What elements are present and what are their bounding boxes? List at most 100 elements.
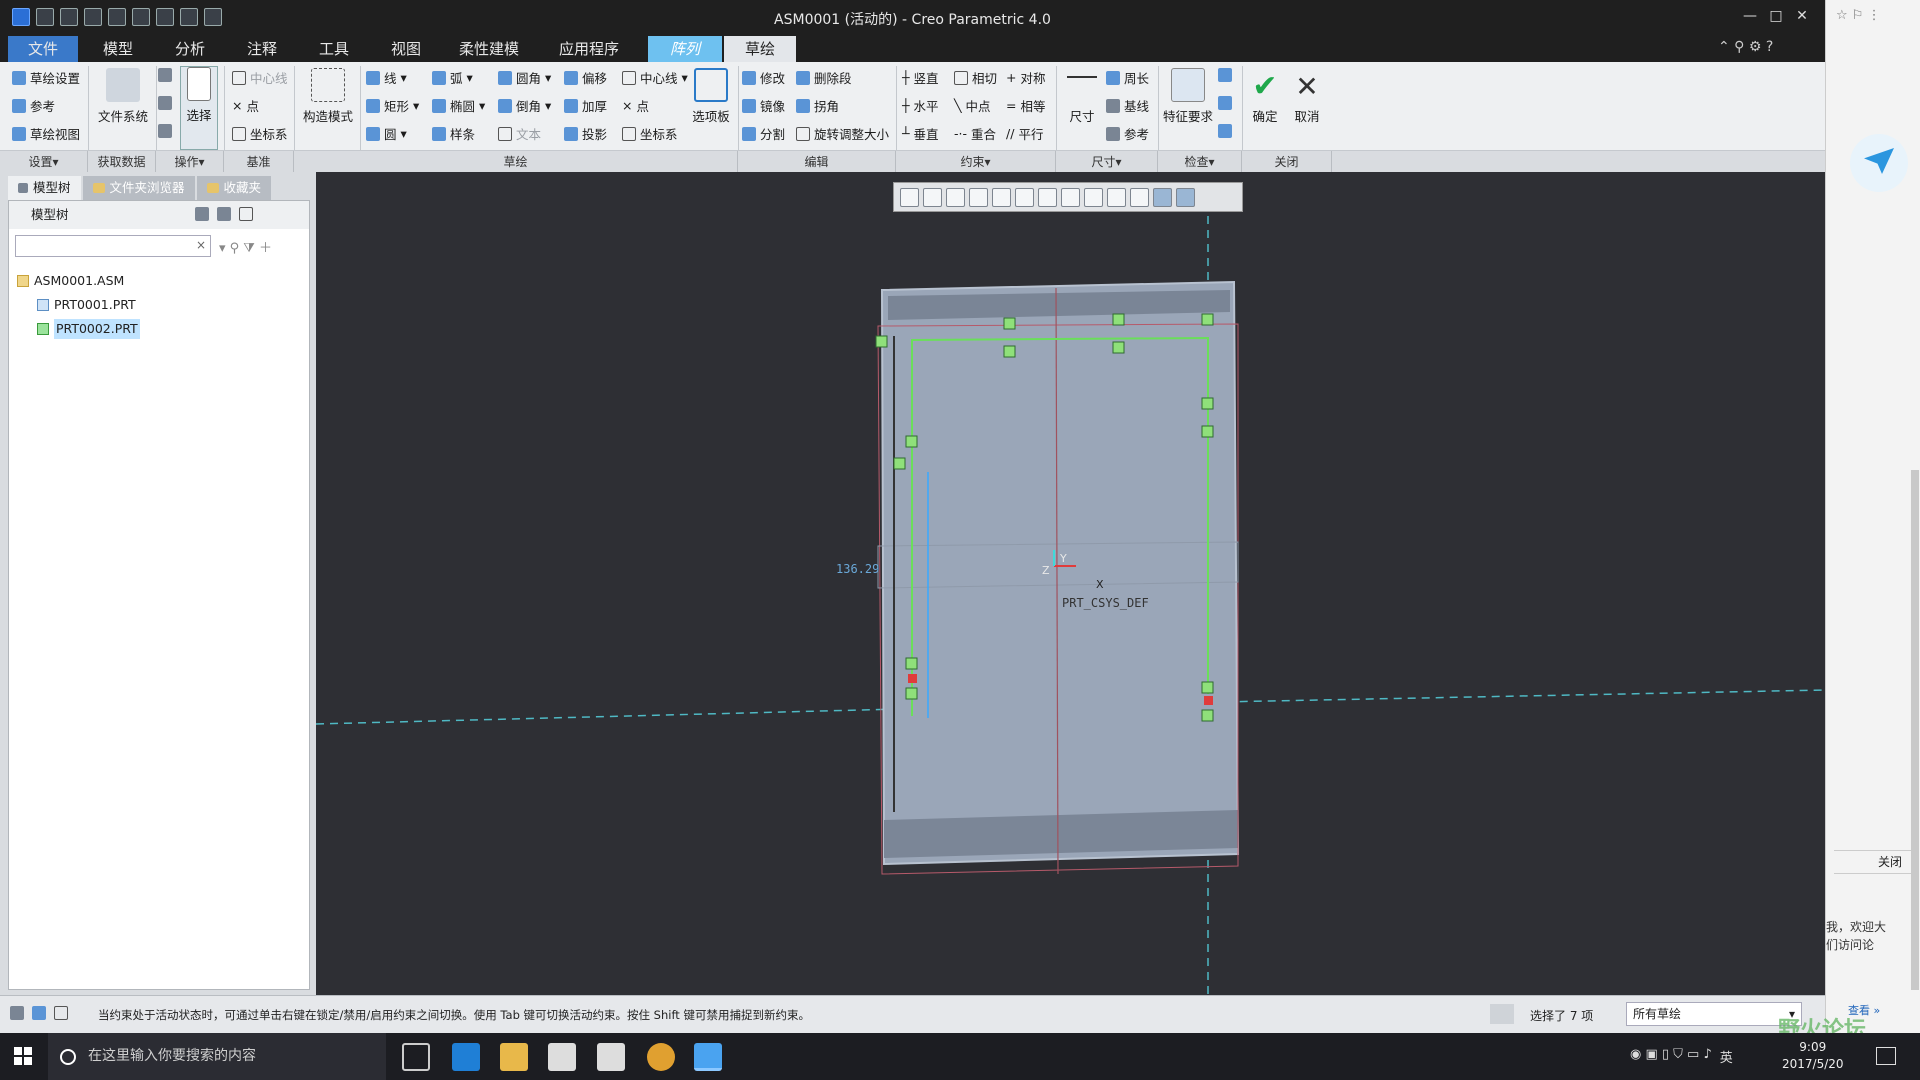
modify-button[interactable]: 修改 <box>742 68 785 87</box>
coincident-constraint-button[interactable]: -·- 重合 <box>954 124 996 143</box>
help-icons[interactable]: ⌃ ⚲ ⚙ ? <box>1718 39 1818 59</box>
zoom-in-icon[interactable] <box>923 187 942 207</box>
perpendicular-constraint-button[interactable]: ┴ 垂直 <box>902 124 939 143</box>
line-button[interactable]: 线 ▾ <box>366 68 407 87</box>
constraint-display-icon[interactable] <box>1176 187 1195 207</box>
references-button[interactable]: 参考 <box>12 96 55 115</box>
settings-icon[interactable] <box>195 207 209 221</box>
edge-icon[interactable] <box>452 1043 480 1071</box>
parallel-constraint-button[interactable]: //平行 <box>1006 124 1043 143</box>
symmetric-constraint-button[interactable]: + 对称 <box>1006 68 1046 87</box>
delete-segment-button[interactable]: 删除段 <box>796 68 852 87</box>
store-icon[interactable] <box>548 1043 576 1071</box>
dimension-button[interactable]: 尺寸 <box>1060 68 1104 125</box>
corner-button[interactable]: 拐角 <box>796 96 839 115</box>
thicken-button[interactable]: 加厚 <box>564 96 607 115</box>
display-style-icon[interactable] <box>992 187 1011 207</box>
datum-csys-button[interactable]: 坐标系 <box>232 124 288 143</box>
sketch-setup-button[interactable]: 草绘设置 <box>12 68 80 87</box>
group-setup[interactable]: 设置▾ <box>0 151 88 173</box>
clear-search-icon[interactable]: × <box>196 238 206 252</box>
chamfer-button[interactable]: 倒角 ▾ <box>498 96 551 115</box>
browser-close-link[interactable]: 关闭 <box>1834 850 1914 874</box>
tree-item-part2[interactable]: PRT0002.PRT <box>37 319 140 339</box>
select-button[interactable]: 选择 <box>180 66 218 150</box>
mirror-button[interactable]: 镜像 <box>742 96 785 115</box>
spline-button[interactable]: 样条 <box>432 124 475 143</box>
reference-dim-button[interactable]: 参考 <box>1106 124 1149 143</box>
cortana-icon[interactable] <box>60 1049 76 1065</box>
sketch-point-button[interactable]: × 点 <box>622 96 649 115</box>
tab-view[interactable]: 视图 <box>372 36 440 62</box>
tab-sketch[interactable]: 草绘 <box>724 36 796 62</box>
feature-requirements-button[interactable]: 特征要求 <box>1160 68 1216 125</box>
tab-annotate[interactable]: 注释 <box>228 36 296 62</box>
cut-icon[interactable] <box>158 68 172 82</box>
taskbar-search-input[interactable]: 在这里输入你要搜索的内容 <box>48 1033 386 1080</box>
minimize-icon[interactable]: — <box>1738 6 1762 26</box>
sketch-view-icon[interactable] <box>1130 187 1149 207</box>
tree-tools[interactable] <box>195 207 295 225</box>
ok-button[interactable]: ✔ 确定 <box>1246 68 1284 125</box>
rectangle-button[interactable]: 矩形 ▾ <box>366 96 419 115</box>
browser-scrollbar[interactable] <box>1911 470 1919 990</box>
mail-icon[interactable] <box>597 1043 625 1071</box>
task-view-icon[interactable] <box>402 1043 430 1071</box>
tree-search-input[interactable]: × <box>15 235 211 257</box>
datum-display-icon[interactable] <box>1061 187 1080 207</box>
file-explorer-icon[interactable] <box>500 1043 528 1071</box>
fillet-button[interactable]: 圆角 ▾ <box>498 68 551 87</box>
status-icons[interactable] <box>10 1006 68 1020</box>
text-button[interactable]: 文本 <box>498 124 541 143</box>
tangent-constraint-button[interactable]: 相切 <box>954 68 997 87</box>
refit-icon[interactable] <box>900 187 919 207</box>
offset-button[interactable]: 偏移 <box>564 68 607 87</box>
sketch-centerline-button[interactable]: 中心线 ▾ <box>622 68 688 87</box>
datum-point-button[interactable]: × 点 <box>232 96 259 115</box>
graphics-area[interactable]: 136.29 Y Z X PRT_CSYS_DEF <box>316 172 1825 995</box>
tab-favorites[interactable]: 收藏夹 <box>196 176 272 200</box>
baseline-button[interactable]: 基线 <box>1106 96 1149 115</box>
zoom-out-icon[interactable] <box>946 187 965 207</box>
check-icon-1[interactable] <box>1218 68 1232 82</box>
check-icon-3[interactable] <box>1218 124 1232 138</box>
arc-button[interactable]: 弧 ▾ <box>432 68 473 87</box>
tab-applications[interactable]: 应用程序 <box>540 36 638 62</box>
divide-button[interactable]: 分割 <box>742 124 785 143</box>
spin-center-icon[interactable] <box>1107 187 1126 207</box>
tab-model-tree[interactable]: 模型树 <box>8 176 81 200</box>
clock[interactable]: 9:09 2017/5/20 <box>1782 1039 1844 1073</box>
system-tray[interactable]: ◉ ▣ ▯ ⛉ ▭ ♪ 英 <box>1630 1047 1750 1067</box>
tree-item-asm[interactable]: ASM0001.ASM <box>17 271 124 291</box>
paste-icon[interactable] <box>158 124 172 138</box>
sketch-csys-button[interactable]: 坐标系 <box>622 124 678 143</box>
chrome-icon[interactable] <box>647 1043 675 1071</box>
horizontal-constraint-button[interactable]: ┼ 水平 <box>902 96 939 115</box>
group-operations[interactable]: 操作▾ <box>156 151 224 173</box>
tab-folder-browser[interactable]: 文件夹浏览器 <box>82 176 195 200</box>
vertical-constraint-button[interactable]: ┼ 竖直 <box>902 68 939 87</box>
tab-file[interactable]: 文件 <box>8 36 78 62</box>
group-inspect[interactable]: 检查▾ <box>1158 151 1242 173</box>
sketch-view-button[interactable]: 草绘视图 <box>12 124 80 143</box>
sketch-view[interactable] <box>316 172 1825 995</box>
copy-icon[interactable] <box>158 96 172 110</box>
equal-constraint-button[interactable]: = 相等 <box>1006 96 1046 115</box>
ellipse-button[interactable]: 椭圆 ▾ <box>432 96 485 115</box>
tab-pattern[interactable]: 阵列 <box>648 36 722 62</box>
tree-search-tools[interactable]: ▾ ⚲ ⧩ ＋ <box>219 237 305 256</box>
group-dimension[interactable]: 尺寸▾ <box>1056 151 1158 173</box>
tab-tools[interactable]: 工具 <box>300 36 368 62</box>
cancel-button[interactable]: ✕ 取消 <box>1288 68 1326 125</box>
show-icon[interactable] <box>217 207 231 221</box>
datum-centerline-button[interactable]: 中心线 <box>232 68 288 87</box>
group-constrain[interactable]: 约束▾ <box>896 151 1056 173</box>
tab-flexible-modeling[interactable]: 柔性建模 <box>444 36 534 62</box>
palette-button[interactable]: 选项板 <box>686 68 736 125</box>
filter-icon[interactable] <box>239 207 253 221</box>
maximize-icon[interactable]: □ <box>1764 6 1788 26</box>
circle-button[interactable]: 圆 ▾ <box>366 124 407 143</box>
repaint-icon[interactable] <box>969 187 988 207</box>
find-icon[interactable] <box>1490 1004 1514 1024</box>
saved-orientations-icon[interactable] <box>1015 187 1034 207</box>
